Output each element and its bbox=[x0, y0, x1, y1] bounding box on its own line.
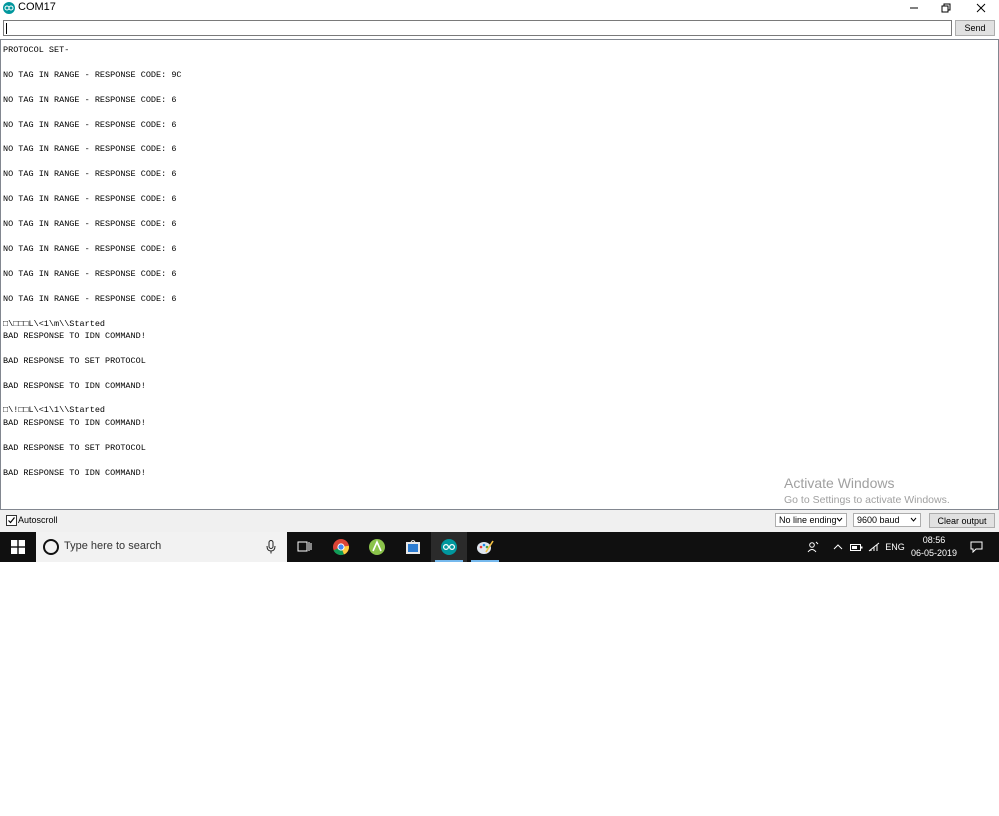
output-line: NO TAG IN RANGE - RESPONSE CODE: 6 bbox=[3, 269, 177, 279]
running-app-indicator bbox=[471, 560, 499, 562]
output-line: BAD RESPONSE TO IDN COMMAND! bbox=[3, 381, 146, 391]
output-line: □\□□□L\<1\m\\Started bbox=[3, 319, 106, 329]
serial-output[interactable]: PROTOCOL SET- NO TAG IN RANGE - RESPONSE … bbox=[0, 39, 999, 510]
output-line: BAD RESPONSE TO SET PROTOCOL bbox=[3, 356, 146, 366]
output-line: NO TAG IN RANGE - RESPONSE CODE: 6 bbox=[3, 95, 177, 105]
send-button[interactable]: Send bbox=[955, 20, 995, 36]
autoscroll-checkbox[interactable] bbox=[6, 515, 17, 526]
activate-windows-subtitle: Go to Settings to activate Windows. bbox=[784, 494, 950, 506]
baud-rate-select[interactable]: 9600 baud bbox=[853, 513, 921, 527]
text-caret bbox=[6, 23, 7, 34]
arduino-taskbar-icon[interactable] bbox=[431, 532, 467, 562]
notifications-icon[interactable] bbox=[966, 532, 986, 562]
windows-logo-icon bbox=[11, 540, 25, 554]
clear-output-button[interactable]: Clear output bbox=[929, 513, 995, 528]
output-line: NO TAG IN RANGE - RESPONSE CODE: 6 bbox=[3, 144, 177, 154]
microphone-icon[interactable] bbox=[266, 540, 276, 554]
people-icon[interactable] bbox=[803, 532, 823, 562]
output-line: NO TAG IN RANGE - RESPONSE CODE: 6 bbox=[3, 120, 177, 130]
clock-date: 06-05-2019 bbox=[910, 548, 958, 558]
output-line: NO TAG IN RANGE - RESPONSE CODE: 6 bbox=[3, 169, 177, 179]
store-icon[interactable] bbox=[395, 532, 431, 562]
start-button[interactable] bbox=[0, 532, 36, 562]
output-line: NO TAG IN RANGE - RESPONSE CODE: 6 bbox=[3, 294, 177, 304]
chevron-down-icon bbox=[910, 517, 917, 522]
output-line: BAD RESPONSE TO SET PROTOCOL bbox=[3, 443, 146, 453]
chevron-up-icon[interactable] bbox=[829, 532, 847, 562]
title-bar: COM17 bbox=[0, 0, 999, 16]
chrome-icon[interactable] bbox=[323, 532, 359, 562]
taskbar-search-placeholder: Type here to search bbox=[64, 540, 162, 552]
cortana-icon bbox=[43, 539, 59, 555]
arduino-icon bbox=[3, 2, 15, 14]
android-studio-icon[interactable] bbox=[359, 532, 395, 562]
windows-taskbar: Type here to search ENG 08:56 06-05-2019 bbox=[0, 532, 999, 562]
output-line: NO TAG IN RANGE - RESPONSE CODE: 6 bbox=[3, 194, 177, 204]
activate-windows-title: Activate Windows bbox=[784, 475, 895, 491]
clock-time: 08:56 bbox=[922, 535, 946, 545]
battery-icon[interactable] bbox=[848, 532, 864, 562]
window-title: COM17 bbox=[18, 1, 56, 13]
checkmark-icon bbox=[8, 517, 15, 524]
output-line: □\!□□L\<1\1\\Started bbox=[3, 405, 106, 415]
minimize-icon[interactable] bbox=[899, 0, 929, 16]
output-line: BAD RESPONSE TO IDN COMMAND! bbox=[3, 468, 146, 478]
autoscroll-label: Autoscroll bbox=[18, 515, 58, 525]
serial-bottom-bar: Autoscroll No line ending 9600 baud Clea… bbox=[0, 510, 999, 532]
restore-icon[interactable] bbox=[931, 0, 961, 16]
baud-rate-value: 9600 baud bbox=[857, 515, 900, 525]
paint-icon[interactable] bbox=[467, 532, 503, 562]
output-line: NO TAG IN RANGE - RESPONSE CODE: 6 bbox=[3, 219, 177, 229]
taskbar-search-box[interactable]: Type here to search bbox=[36, 532, 287, 562]
network-icon[interactable] bbox=[866, 532, 882, 562]
line-ending-value: No line ending bbox=[779, 515, 837, 525]
active-app-indicator bbox=[435, 560, 463, 562]
output-line: PROTOCOL SET- bbox=[3, 45, 70, 55]
output-line: BAD RESPONSE TO IDN COMMAND! bbox=[3, 331, 146, 341]
serial-send-input[interactable] bbox=[3, 20, 952, 36]
serial-monitor-window: COM17 Send PROTOCOL SET- NO TAG IN RANGE … bbox=[0, 0, 999, 532]
output-line: NO TAG IN RANGE - RESPONSE CODE: 9C bbox=[3, 70, 182, 80]
line-ending-select[interactable]: No line ending bbox=[775, 513, 847, 527]
output-line: BAD RESPONSE TO IDN COMMAND! bbox=[3, 418, 146, 428]
task-view-icon[interactable] bbox=[287, 532, 323, 562]
taskbar-clock[interactable]: 08:56 06-05-2019 bbox=[905, 534, 963, 560]
chevron-down-icon bbox=[836, 517, 843, 522]
close-icon[interactable] bbox=[966, 0, 996, 16]
language-indicator[interactable]: ENG bbox=[884, 532, 906, 562]
output-line: NO TAG IN RANGE - RESPONSE CODE: 6 bbox=[3, 244, 177, 254]
